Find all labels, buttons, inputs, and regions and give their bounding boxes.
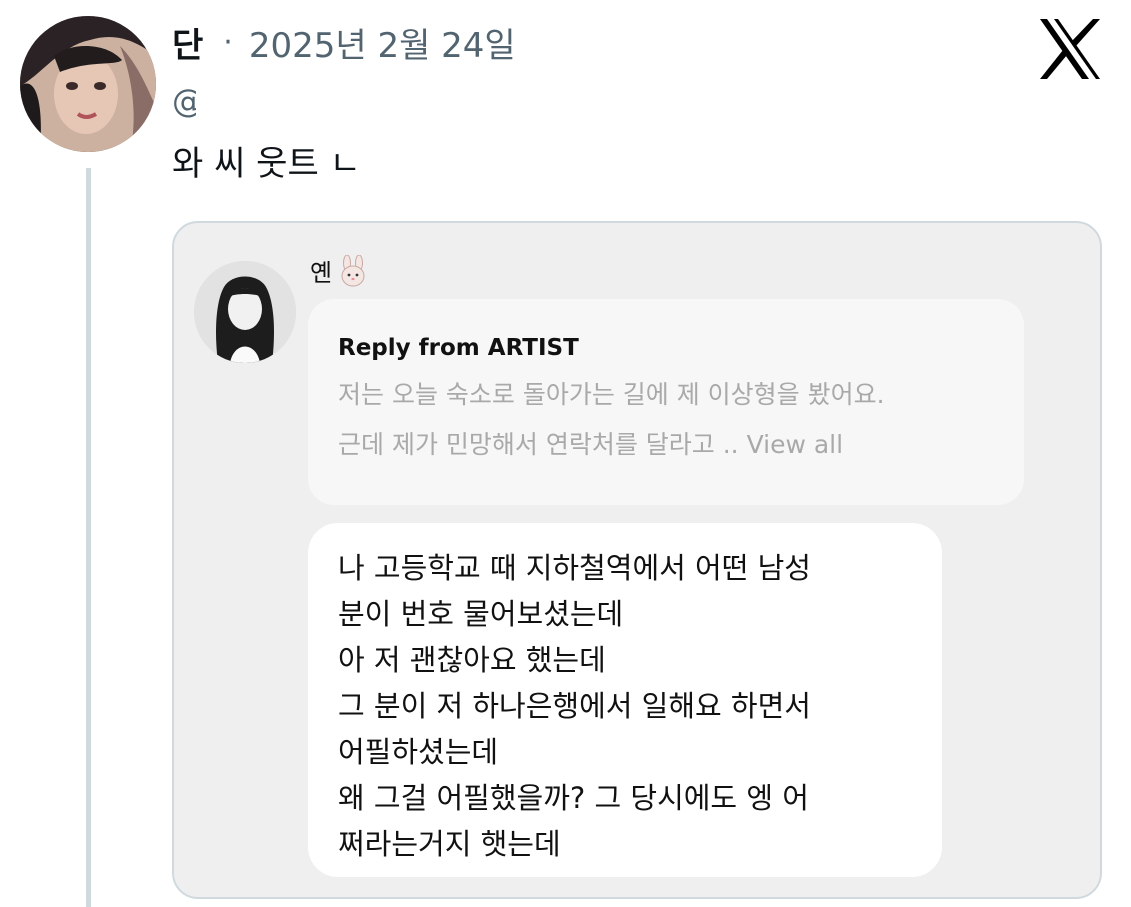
x-logo-icon[interactable] (1038, 18, 1102, 80)
reply-title: Reply from ARTIST (338, 335, 579, 361)
post-text: 와 씨 웃트 ㄴ (172, 144, 361, 184)
author-name[interactable]: 단 (172, 18, 203, 67)
message-line: 그 분이 저 하나은행에서 일해요 하면서 (338, 689, 811, 723)
message-line: 아 저 괜찮아요 했는데 (338, 643, 606, 677)
author-handle[interactable]: @ (172, 82, 196, 120)
embedded-screenshot[interactable]: 옌 Reply from ARTIST 저는 오늘 숙소로 돌아가는 길에 제 … (172, 221, 1102, 899)
thread-line (86, 168, 91, 907)
message-line: 나 고등학교 때 지하철역에서 어떤 남성 (338, 551, 811, 585)
message-line: 분이 번호 물어보셨는데 (338, 597, 624, 631)
reply-preview-line: 근데 제가 민망해서 연락처를 달라고 .. View all (338, 430, 844, 459)
handle-row: @ (172, 76, 848, 126)
post-date[interactable]: 2025년 2월 24일 (249, 18, 516, 67)
message-line: 쩌라는거지 햇는데 (338, 827, 561, 861)
reply-preview-line: 저는 오늘 숙소로 돌아가는 길에 제 이상형을 봤어요. (338, 380, 885, 409)
message-line: 어필하셨는데 (338, 735, 499, 769)
sender-avatar (194, 261, 296, 363)
sender-name: 옌 (310, 259, 333, 287)
artist-reply-box[interactable]: Reply from ARTIST 저는 오늘 숙소로 돌아가는 길에 제 이상… (308, 299, 1024, 505)
tweet-page: 단 · 2025년 2월 24일 @ 와 씨 웃트 ㄴ 옌 (0, 0, 1131, 907)
author-photo (20, 16, 156, 152)
handle-redaction (196, 77, 848, 125)
message-line: 왜 그걸 어필했을까? 그 당시에도 엥 어 (338, 781, 809, 815)
author-avatar[interactable] (20, 16, 156, 152)
bunny-icon (341, 254, 365, 286)
sender-name-row: 옌 (310, 253, 368, 288)
post-header: 단 · 2025년 2월 24일 (172, 16, 516, 68)
separator-dot: · (223, 24, 233, 60)
message-bubble: 나 고등학교 때 지하철역에서 어떤 남성 분이 번호 물어보셨는데 아 저 괜… (308, 523, 942, 877)
